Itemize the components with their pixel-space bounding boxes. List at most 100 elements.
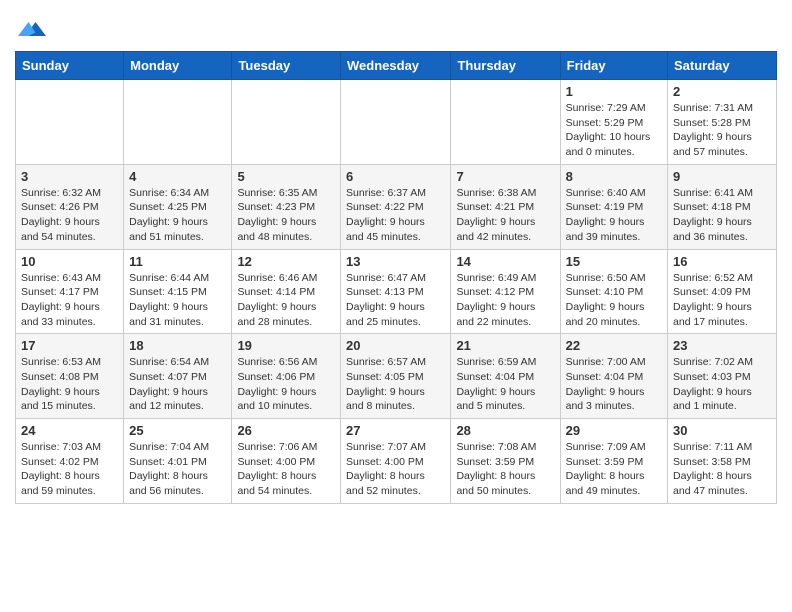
calendar-cell: 7 Sunrise: 6:38 AMSunset: 4:21 PMDaylight… (451, 164, 560, 249)
day-info: Sunrise: 7:29 AMSunset: 5:29 PMDaylight:… (566, 101, 662, 160)
calendar-cell: 25 Sunrise: 7:04 AMSunset: 4:01 PMDayligh… (124, 419, 232, 504)
day-number: 15 (566, 254, 662, 269)
calendar-cell: 21 Sunrise: 6:59 AMSunset: 4:04 PMDayligh… (451, 334, 560, 419)
calendar-header-row: SundayMondayTuesdayWednesdayThursdayFrid… (16, 52, 777, 80)
day-number: 17 (21, 338, 118, 353)
day-number: 9 (673, 169, 771, 184)
calendar-week-row: 24 Sunrise: 7:03 AMSunset: 4:02 PMDayligh… (16, 419, 777, 504)
weekday-header-wednesday: Wednesday (341, 52, 451, 80)
calendar-cell: 3 Sunrise: 6:32 AMSunset: 4:26 PMDaylight… (16, 164, 124, 249)
calendar-cell: 9Sunrise: 6:41 AMSunset: 4:18 PMDaylight… (668, 164, 777, 249)
day-number: 5 (237, 169, 335, 184)
day-info: Sunrise: 6:57 AMSunset: 4:05 PMDaylight:… (346, 355, 445, 414)
calendar-cell: 20Sunrise: 6:57 AMSunset: 4:05 PMDayligh… (341, 334, 451, 419)
day-info: Sunrise: 7:09 AMSunset: 3:59 PMDaylight:… (566, 440, 662, 499)
calendar-cell: 30 Sunrise: 7:11 AMSunset: 3:58 PMDayligh… (668, 419, 777, 504)
day-number: 29 (566, 423, 662, 438)
day-number: 23 (673, 338, 771, 353)
day-info: Sunrise: 6:46 AMSunset: 4:14 PMDaylight:… (237, 271, 335, 330)
day-info: Sunrise: 6:53 AMSunset: 4:08 PMDaylight:… (21, 355, 118, 414)
calendar-cell: 26 Sunrise: 7:06 AMSunset: 4:00 PMDayligh… (232, 419, 341, 504)
header (15, 10, 777, 43)
calendar-week-row: 3 Sunrise: 6:32 AMSunset: 4:26 PMDaylight… (16, 164, 777, 249)
day-number: 30 (673, 423, 771, 438)
day-info: Sunrise: 6:52 AMSunset: 4:09 PMDaylight:… (673, 271, 771, 330)
calendar-cell: 23Sunrise: 7:02 AMSunset: 4:03 PMDayligh… (668, 334, 777, 419)
calendar-cell (16, 80, 124, 165)
day-info: Sunrise: 7:04 AMSunset: 4:01 PMDaylight:… (129, 440, 226, 499)
day-info: Sunrise: 6:37 AMSunset: 4:22 PMDaylight:… (346, 186, 445, 245)
day-info: Sunrise: 6:44 AMSunset: 4:15 PMDaylight:… (129, 271, 226, 330)
calendar-cell (341, 80, 451, 165)
calendar-cell: 28Sunrise: 7:08 AMSunset: 3:59 PMDayligh… (451, 419, 560, 504)
calendar-cell: 15 Sunrise: 6:50 AMSunset: 4:10 PMDayligh… (560, 249, 667, 334)
calendar-week-row: 1 Sunrise: 7:29 AMSunset: 5:29 PMDaylight… (16, 80, 777, 165)
calendar-week-row: 10 Sunrise: 6:43 AMSunset: 4:17 PMDayligh… (16, 249, 777, 334)
day-info: Sunrise: 7:08 AMSunset: 3:59 PMDaylight:… (456, 440, 554, 499)
day-number: 26 (237, 423, 335, 438)
day-info: Sunrise: 6:38 AMSunset: 4:21 PMDaylight:… (456, 186, 554, 245)
day-info: Sunrise: 7:06 AMSunset: 4:00 PMDaylight:… (237, 440, 335, 499)
day-number: 22 (566, 338, 662, 353)
day-number: 27 (346, 423, 445, 438)
calendar-cell: 19Sunrise: 6:56 AMSunset: 4:06 PMDayligh… (232, 334, 341, 419)
day-info: Sunrise: 6:54 AMSunset: 4:07 PMDaylight:… (129, 355, 226, 414)
day-number: 16 (673, 254, 771, 269)
day-number: 7 (456, 169, 554, 184)
calendar-cell: 13 Sunrise: 6:47 AMSunset: 4:13 PMDayligh… (341, 249, 451, 334)
day-info: Sunrise: 6:47 AMSunset: 4:13 PMDaylight:… (346, 271, 445, 330)
day-info: Sunrise: 7:11 AMSunset: 3:58 PMDaylight:… (673, 440, 771, 499)
day-number: 10 (21, 254, 118, 269)
calendar-cell (451, 80, 560, 165)
calendar-cell: 29 Sunrise: 7:09 AMSunset: 3:59 PMDayligh… (560, 419, 667, 504)
calendar-cell: 22Sunrise: 7:00 AMSunset: 4:04 PMDayligh… (560, 334, 667, 419)
calendar-table: SundayMondayTuesdayWednesdayThursdayFrid… (15, 51, 777, 504)
weekday-header-monday: Monday (124, 52, 232, 80)
calendar-cell: 6 Sunrise: 6:37 AMSunset: 4:22 PMDaylight… (341, 164, 451, 249)
day-number: 14 (456, 254, 554, 269)
calendar-cell: 14 Sunrise: 6:49 AMSunset: 4:12 PMDayligh… (451, 249, 560, 334)
weekday-header-sunday: Sunday (16, 52, 124, 80)
day-number: 6 (346, 169, 445, 184)
calendar-cell: 18 Sunrise: 6:54 AMSunset: 4:07 PMDayligh… (124, 334, 232, 419)
calendar-cell: 4 Sunrise: 6:34 AMSunset: 4:25 PMDaylight… (124, 164, 232, 249)
day-info: Sunrise: 6:50 AMSunset: 4:10 PMDaylight:… (566, 271, 662, 330)
day-number: 11 (129, 254, 226, 269)
day-number: 21 (456, 338, 554, 353)
calendar-cell: 1 Sunrise: 7:29 AMSunset: 5:29 PMDaylight… (560, 80, 667, 165)
page: SundayMondayTuesdayWednesdayThursdayFrid… (0, 0, 792, 519)
day-number: 1 (566, 84, 662, 99)
calendar-cell (232, 80, 341, 165)
day-info: Sunrise: 6:32 AMSunset: 4:26 PMDaylight:… (21, 186, 118, 245)
logo (15, 10, 46, 43)
day-info: Sunrise: 6:34 AMSunset: 4:25 PMDaylight:… (129, 186, 226, 245)
day-number: 13 (346, 254, 445, 269)
calendar-cell: 2 Sunrise: 7:31 AMSunset: 5:28 PMDaylight… (668, 80, 777, 165)
day-info: Sunrise: 7:07 AMSunset: 4:00 PMDaylight:… (346, 440, 445, 499)
calendar-cell: 17 Sunrise: 6:53 AMSunset: 4:08 PMDayligh… (16, 334, 124, 419)
calendar-cell: 16 Sunrise: 6:52 AMSunset: 4:09 PMDayligh… (668, 249, 777, 334)
calendar-week-row: 17 Sunrise: 6:53 AMSunset: 4:08 PMDayligh… (16, 334, 777, 419)
day-info: Sunrise: 6:59 AMSunset: 4:04 PMDaylight:… (456, 355, 554, 414)
day-number: 18 (129, 338, 226, 353)
weekday-header-tuesday: Tuesday (232, 52, 341, 80)
day-number: 24 (21, 423, 118, 438)
day-number: 25 (129, 423, 226, 438)
day-number: 2 (673, 84, 771, 99)
day-number: 4 (129, 169, 226, 184)
calendar-cell: 24 Sunrise: 7:03 AMSunset: 4:02 PMDayligh… (16, 419, 124, 504)
weekday-header-thursday: Thursday (451, 52, 560, 80)
day-number: 19 (237, 338, 335, 353)
day-info: Sunrise: 7:31 AMSunset: 5:28 PMDaylight:… (673, 101, 771, 160)
weekday-header-saturday: Saturday (668, 52, 777, 80)
day-info: Sunrise: 6:49 AMSunset: 4:12 PMDaylight:… (456, 271, 554, 330)
day-number: 3 (21, 169, 118, 184)
calendar-cell: 10 Sunrise: 6:43 AMSunset: 4:17 PMDayligh… (16, 249, 124, 334)
calendar-cell: 12Sunrise: 6:46 AMSunset: 4:14 PMDayligh… (232, 249, 341, 334)
weekday-header-friday: Friday (560, 52, 667, 80)
day-info: Sunrise: 7:03 AMSunset: 4:02 PMDaylight:… (21, 440, 118, 499)
day-info: Sunrise: 6:43 AMSunset: 4:17 PMDaylight:… (21, 271, 118, 330)
calendar-cell: 27 Sunrise: 7:07 AMSunset: 4:00 PMDayligh… (341, 419, 451, 504)
day-info: Sunrise: 6:40 AMSunset: 4:19 PMDaylight:… (566, 186, 662, 245)
calendar-cell: 5Sunrise: 6:35 AMSunset: 4:23 PMDaylight… (232, 164, 341, 249)
